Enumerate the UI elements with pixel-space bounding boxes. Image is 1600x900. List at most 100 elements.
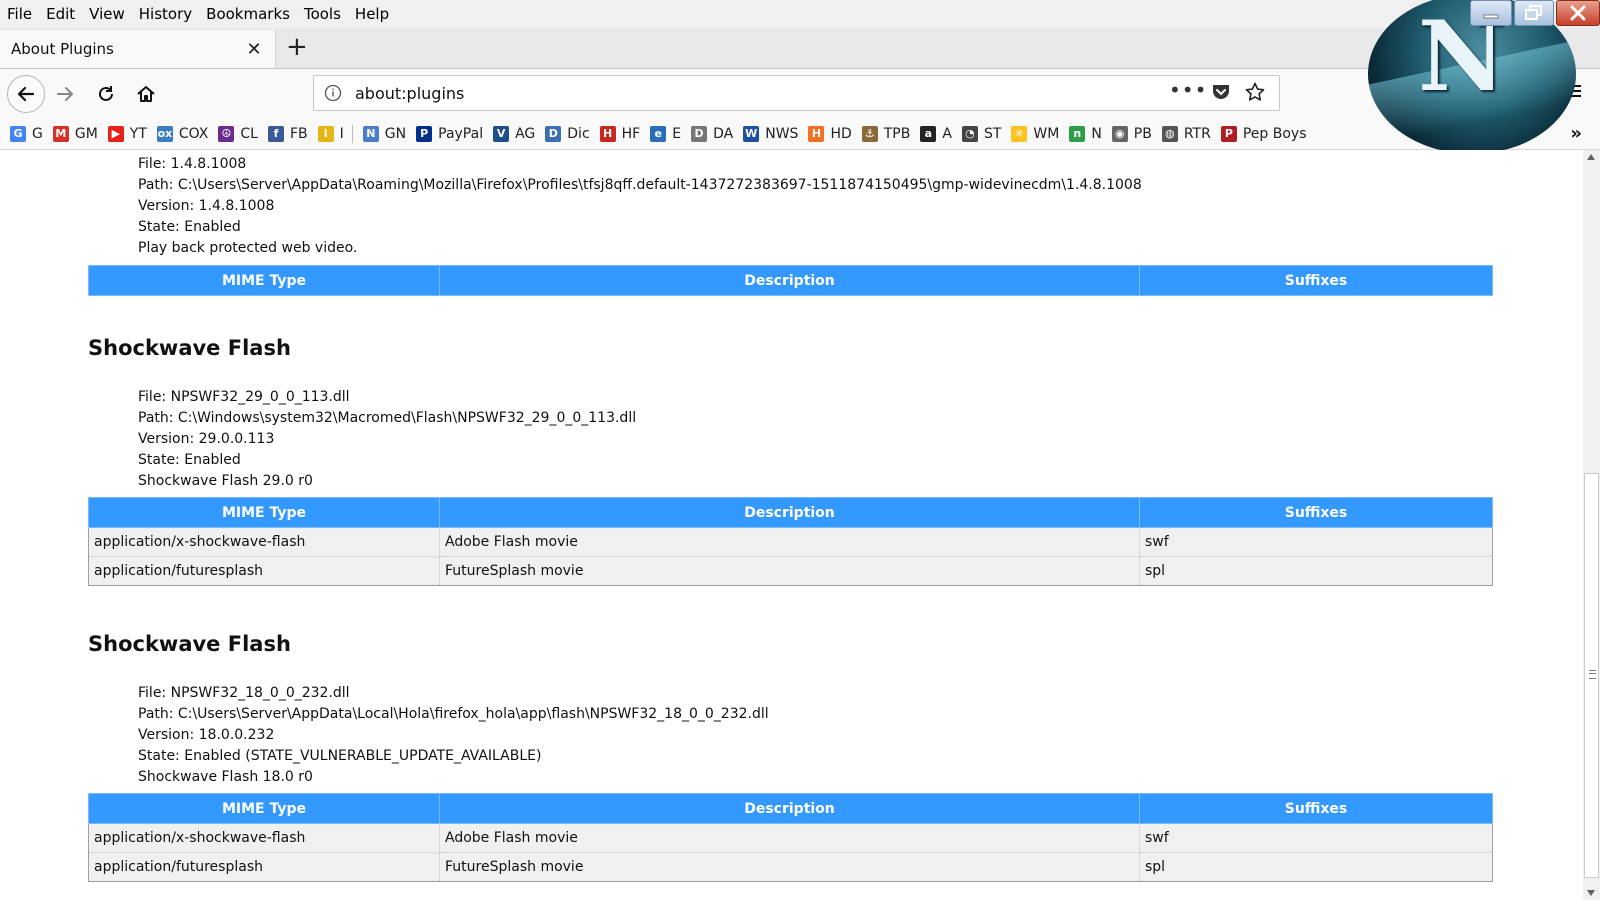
scroll-up-arrow-icon[interactable] <box>1587 154 1595 160</box>
forward-button[interactable] <box>48 77 82 111</box>
menu-tools[interactable]: Tools <box>298 5 347 23</box>
tab-title: About Plugins <box>11 40 114 58</box>
bookmark-label: GM <box>74 126 98 142</box>
n-icon: n <box>1069 126 1086 142</box>
menu-edit[interactable]: Edit <box>40 5 81 23</box>
scrollbar-thumb[interactable] <box>1584 473 1599 878</box>
youtube-icon: ▶ <box>107 126 124 142</box>
bookmark-gm[interactable]: M GM <box>52 126 98 142</box>
home-icon <box>137 86 155 102</box>
bookmark-da[interactable]: D DA <box>691 126 733 142</box>
suffix-cell: swf <box>1139 527 1493 557</box>
bookmarks-toolbar: G G M GM ▶ YT ox COX ☮ CL f FB i I N GN P PayPal V AG D Dic H H… <box>0 119 1600 150</box>
bookmark-paypal[interactable]: P PayPal <box>416 126 483 142</box>
bookmark-pep-boys[interactable]: P Pep Boys <box>1220 126 1307 142</box>
ag-icon: V <box>493 126 510 142</box>
header-description: Description <box>439 793 1140 824</box>
bookmark-n[interactable]: nN <box>1069 126 1102 142</box>
bookmark-gn[interactable]: N GN <box>362 126 406 142</box>
bookmark-dic[interactable]: D Dic <box>545 126 590 142</box>
bookmark-label: PayPal <box>438 126 484 142</box>
paypal-icon: P <box>416 126 433 142</box>
bookmark-label: PB <box>1133 126 1152 142</box>
bookmark-rtr[interactable]: ◍ RTR <box>1161 126 1211 142</box>
window-close-button[interactable] <box>1556 0 1600 26</box>
bookmark-e[interactable]: eE <box>650 126 681 142</box>
plugin-file: File: 1.4.8.1008 <box>138 156 247 172</box>
bookmark-yt[interactable]: ▶ YT <box>107 126 147 142</box>
menu-view[interactable]: View <box>83 5 131 23</box>
description-cell: FutureSplash movie <box>439 556 1140 586</box>
pocket-icon[interactable] <box>1211 83 1231 101</box>
plugin-state: State: Enabled <box>138 452 241 468</box>
url-bar[interactable]: about:plugins ••• <box>313 75 1280 111</box>
bookmark-tpb[interactable]: ⚓ TPB <box>861 126 910 142</box>
bookmark-label: N <box>1091 126 1102 142</box>
suffix-cell: swf <box>1139 823 1493 853</box>
new-tab-button[interactable]: + <box>286 32 308 62</box>
globe-icon: ◍ <box>1161 126 1178 142</box>
plugin-path: Path: C:\Windows\system32\Macromed\Flash… <box>138 410 637 426</box>
description-cell: Adobe Flash movie <box>439 823 1140 853</box>
plugin-title: Shockwave Flash <box>88 336 291 360</box>
bookmark-cl[interactable]: ☮ CL <box>218 126 258 142</box>
bookmark-hd[interactable]: H HD <box>808 126 852 142</box>
plugin-file: File: NPSWF32_18_0_0_232.dll <box>138 685 350 701</box>
menu-bar: File Edit View History Bookmarks Tools H… <box>0 0 1600 28</box>
description-cell: Adobe Flash movie <box>439 527 1140 557</box>
menu-history[interactable]: History <box>133 5 198 23</box>
google-icon: G <box>10 126 26 142</box>
menu-help[interactable]: Help <box>349 5 395 23</box>
vertical-scrollbar[interactable] <box>1583 150 1600 900</box>
home-button[interactable] <box>129 77 163 111</box>
bookmark-ag[interactable]: V AG <box>493 126 535 142</box>
window-restore-button[interactable] <box>1514 0 1554 26</box>
bookmark-pb[interactable]: ◉ PB <box>1111 126 1152 142</box>
description-cell: FutureSplash movie <box>439 852 1140 882</box>
bookmark-label: NWS <box>765 126 799 142</box>
bookmark-fb[interactable]: f FB <box>267 126 308 142</box>
bookmark-label: Dic <box>567 126 590 142</box>
bookmark-i[interactable]: iI <box>317 126 344 142</box>
mime-table: MIME Type Description Suffixes applicati… <box>88 793 1493 882</box>
tab-about-plugins[interactable]: About Plugins ✕ <box>0 30 276 68</box>
plugin-title: Shockwave Flash <box>88 632 291 656</box>
suffix-cell: spl <box>1139 852 1493 882</box>
bookmark-nws[interactable]: W NWS <box>743 126 798 142</box>
bookmark-label: Pep Boys <box>1242 126 1307 142</box>
plugin-version: Version: 1.4.8.1008 <box>138 198 275 214</box>
reload-button[interactable] <box>89 77 123 111</box>
camera-icon: ◉ <box>1111 126 1128 142</box>
menu-bookmarks[interactable]: Bookmarks <box>200 5 296 23</box>
bookmark-st[interactable]: ◔ ST <box>961 126 1001 142</box>
bookmarks-overflow-chevron-icon[interactable]: » <box>1570 123 1582 144</box>
url-text[interactable]: about:plugins <box>355 84 464 103</box>
scroll-down-arrow-icon[interactable] <box>1587 890 1595 896</box>
amazon-icon: a <box>920 126 937 142</box>
back-button[interactable] <box>7 75 45 113</box>
bookmark-label: COX <box>178 126 209 142</box>
mime-type-cell: application/futuresplash <box>88 556 440 586</box>
bookmark-label: A <box>942 126 952 142</box>
tab-close-icon[interactable]: ✕ <box>239 39 269 60</box>
bookmark-wm[interactable]: ✳ WM <box>1011 126 1059 142</box>
table-row: application/futuresplash FutureSplash mo… <box>88 556 1493 586</box>
pirate-ship-icon: ⚓ <box>861 126 878 142</box>
bookmark-star-icon[interactable] <box>1245 82 1265 102</box>
header-mime-type: MIME Type <box>88 497 440 528</box>
bookmark-label: RTR <box>1183 126 1211 142</box>
plugin-version: Version: 18.0.0.232 <box>138 727 275 743</box>
plugin-description: Shockwave Flash 29.0 r0 <box>138 473 313 489</box>
bookmark-hf[interactable]: H HF <box>599 126 640 142</box>
imdb-icon: i <box>317 126 334 142</box>
bookmark-g[interactable]: GG <box>10 126 43 142</box>
menu-file[interactable]: File <box>1 5 38 23</box>
navigation-toolbar: about:plugins ••• ABP <box>0 69 1600 119</box>
table-row: application/x-shockwave-flash Adobe Flas… <box>88 823 1493 853</box>
bookmark-a[interactable]: aA <box>920 126 952 142</box>
bookmark-cox[interactable]: ox COX <box>156 126 209 142</box>
info-icon[interactable] <box>324 84 342 102</box>
facebook-icon: f <box>267 126 284 142</box>
window-minimize-button[interactable] <box>1470 0 1512 26</box>
page-actions-icon[interactable]: ••• <box>1169 78 1207 102</box>
